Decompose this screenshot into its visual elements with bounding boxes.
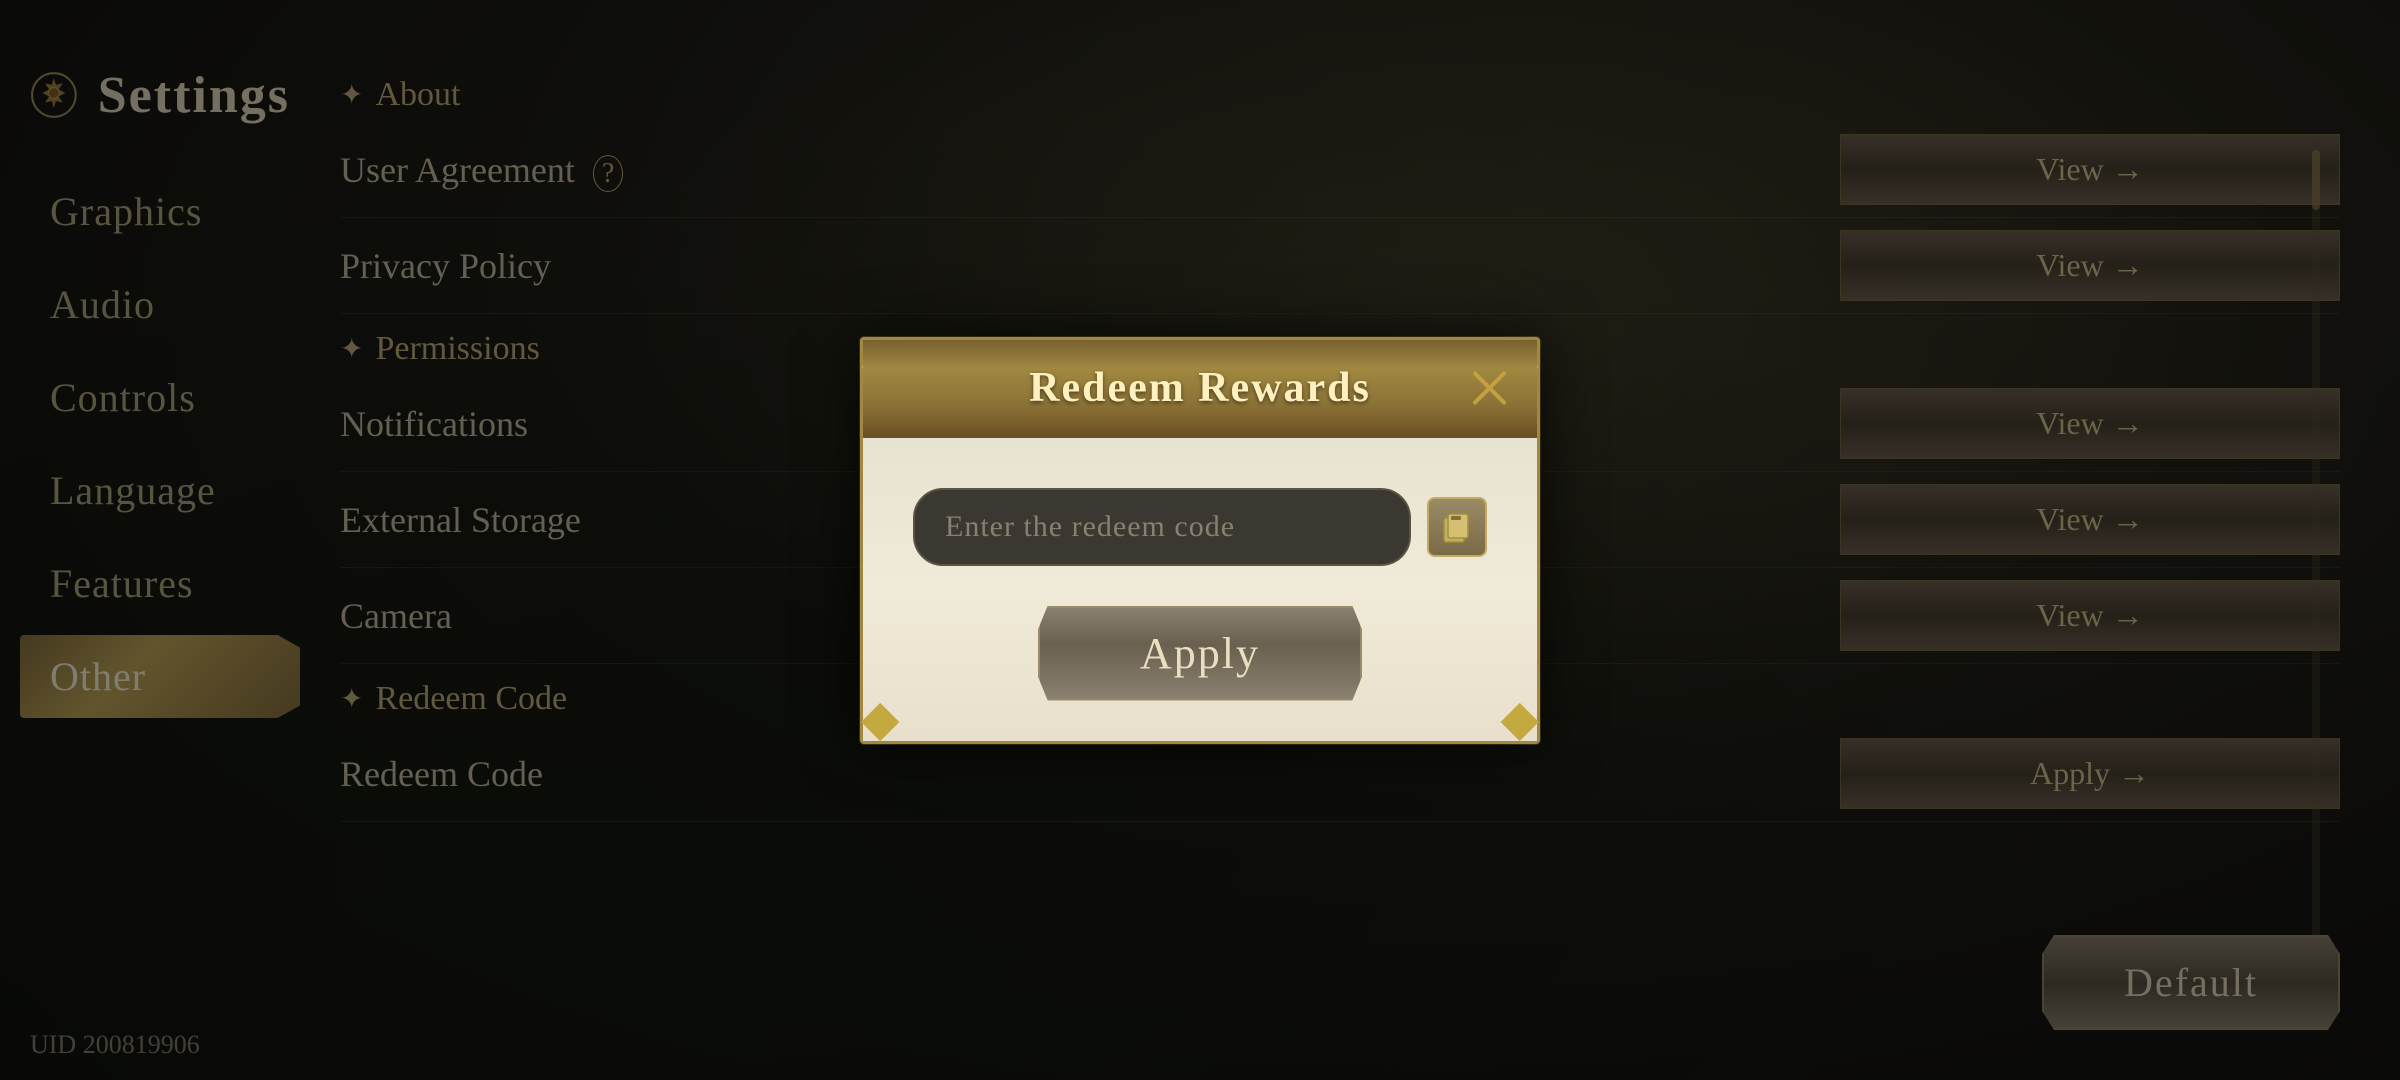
modal-title: Redeem Rewards: [1029, 365, 1371, 411]
redeem-code-input[interactable]: [913, 488, 1411, 566]
paste-button[interactable]: [1427, 497, 1487, 557]
modal-corner-br: ◆: [1501, 693, 1539, 743]
modal-close-button[interactable]: [1462, 360, 1517, 415]
modal-body: Apply: [863, 438, 1537, 741]
modal-overlay: ◆ ◆ ◆ ◆ Redeem Rewards: [0, 0, 2400, 1080]
modal-header: Redeem Rewards: [863, 340, 1537, 438]
redeem-modal: ◆ ◆ ◆ ◆ Redeem Rewards: [860, 337, 1540, 744]
paste-icon: [1440, 510, 1474, 544]
modal-apply-button[interactable]: Apply: [1038, 606, 1362, 701]
modal-corner-bl: ◆: [861, 693, 899, 743]
close-icon: [1467, 365, 1512, 410]
code-input-wrapper: [913, 488, 1487, 566]
